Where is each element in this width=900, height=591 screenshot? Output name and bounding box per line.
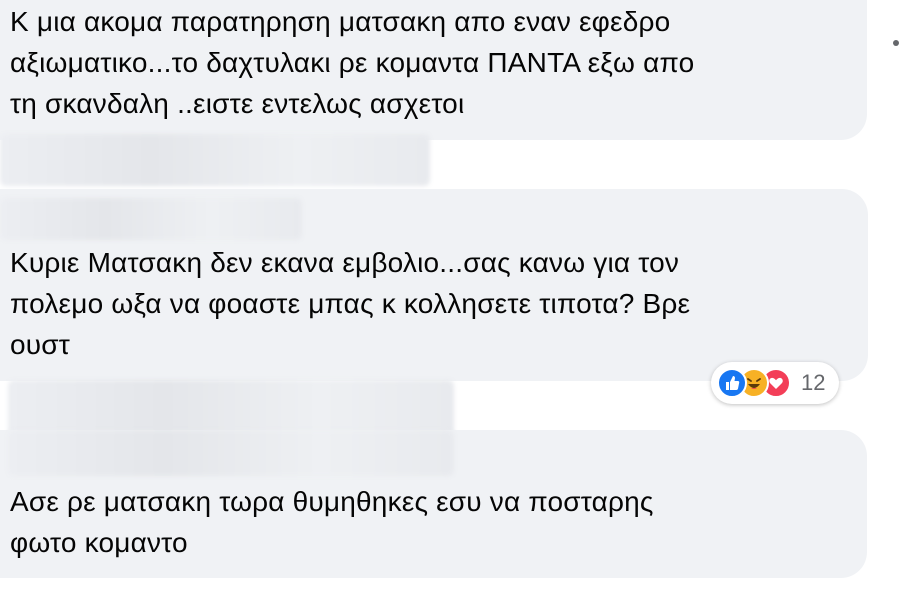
comment-text: Κ μια ακομα παρατηρηση ματσακη απο εναν … bbox=[10, 6, 695, 119]
like-icon bbox=[717, 368, 747, 398]
more-options-icon[interactable] bbox=[893, 40, 899, 46]
redacted-author[interactable] bbox=[0, 198, 302, 240]
reaction-count: 12 bbox=[801, 370, 826, 395]
comment-thread: Κ μια ακομα παρατηρηση ματσακη απο εναν … bbox=[0, 0, 900, 591]
comment-text: Κυριε Ματσακη δεν εκανα εμβολιο...σας κα… bbox=[10, 247, 691, 360]
reactions-summary[interactable]: 12 bbox=[711, 362, 840, 404]
comment-text: Ασε ρε ματσακη τωρα θυμηθηκες εσυ να ποσ… bbox=[10, 486, 654, 558]
redacted-author[interactable] bbox=[8, 430, 454, 476]
redacted-author bbox=[0, 134, 430, 186]
